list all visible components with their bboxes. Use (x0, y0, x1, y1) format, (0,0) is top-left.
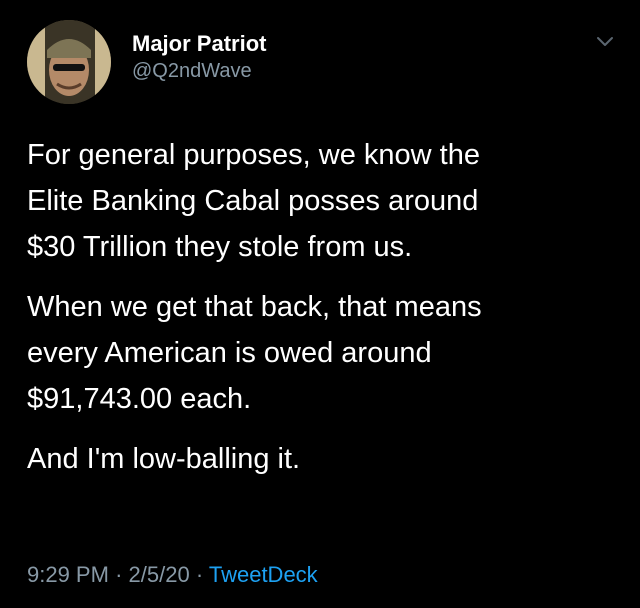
display-name[interactable]: Major Patriot (132, 30, 266, 58)
tweet-meta: 9:29 PM · 2/5/20 · TweetDeck (27, 560, 318, 590)
user-handle[interactable]: @Q2ndWave (132, 58, 266, 84)
avatar-image (27, 20, 111, 104)
avatar[interactable] (27, 20, 111, 104)
tweet-paragraph: And I'm low-balling it. (27, 443, 301, 475)
tweet-time[interactable]: 9:29 PM (27, 562, 109, 587)
meta-separator: · (115, 562, 123, 587)
tweet-header: Major Patriot @Q2ndWave (132, 30, 266, 84)
tweet-text: For general purposes, we know the Elite … (27, 132, 617, 496)
tweet-paragraph: For general purposes, we know the Elite … (27, 139, 480, 263)
chevron-down-icon[interactable] (596, 36, 614, 48)
tweet-paragraph: When we get that back, that means every … (27, 291, 482, 415)
tweet-date[interactable]: 2/5/20 (129, 562, 190, 587)
tweet-card: Major Patriot @Q2ndWave For general purp… (0, 0, 640, 608)
meta-separator: · (195, 562, 204, 587)
tweet-source-link[interactable]: TweetDeck (209, 562, 318, 587)
